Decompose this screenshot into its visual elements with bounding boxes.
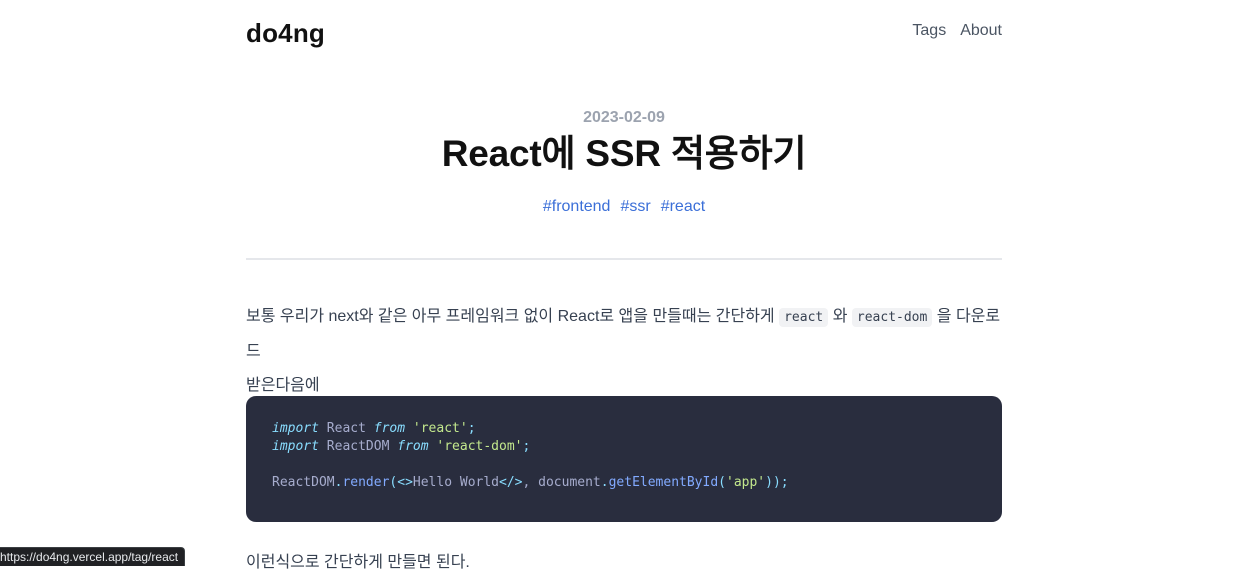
code-block: import React from 'react'; import ReactD… bbox=[246, 396, 1002, 522]
code-punctuation: ; bbox=[467, 421, 476, 436]
code-punctuation: </> bbox=[499, 475, 523, 490]
code-identifier: ReactDOM bbox=[318, 439, 398, 454]
code-identifier: ReactDOM bbox=[272, 475, 335, 490]
code-punctuation: ; bbox=[522, 439, 531, 454]
tag-link-ssr[interactable]: #ssr bbox=[620, 198, 650, 216]
code-function: getElementById bbox=[608, 475, 719, 490]
intro-text-a: 보통 우리가 next와 같은 아무 프레임워크 없이 React로 앱을 만들… bbox=[246, 308, 775, 325]
code-text: Hello World bbox=[412, 475, 499, 490]
post-header: 2023-02-09 React에 SSR 적용하기 #frontend #ss… bbox=[246, 108, 1002, 216]
intro-paragraph: 보통 우리가 next와 같은 아무 프레임워크 없이 React로 앱을 만들… bbox=[246, 300, 1006, 403]
code-string: 'app' bbox=[726, 475, 766, 490]
code-keyword: import bbox=[272, 439, 319, 454]
inline-code-react: react bbox=[779, 308, 829, 327]
code-keyword: import bbox=[272, 421, 319, 436]
intro-text-b: 와 bbox=[832, 308, 848, 325]
inline-code-react-dom: react-dom bbox=[851, 308, 933, 327]
code-punctuation: . bbox=[600, 475, 609, 490]
site-header: do4ng Tags About bbox=[246, 0, 1002, 64]
code-punctuation: ( bbox=[718, 475, 726, 490]
code-punctuation: (<> bbox=[389, 475, 413, 490]
browser-status-url: https://do4ng.vercel.app/tag/react bbox=[0, 547, 186, 566]
header-divider bbox=[246, 258, 1002, 260]
post-date: 2023-02-09 bbox=[583, 109, 665, 126]
nav-link-tags[interactable]: Tags bbox=[912, 22, 946, 40]
post-tags: #frontend #ssr #react bbox=[246, 198, 1002, 216]
code-identifier: React bbox=[318, 421, 374, 436]
followup-paragraph: 이런식으로 간단하게 만들면 된다. bbox=[246, 554, 470, 571]
tag-link-react[interactable]: #react bbox=[661, 198, 705, 216]
code-keyword: from bbox=[373, 421, 406, 436]
code-function: render bbox=[342, 475, 390, 490]
site-brand-link[interactable]: do4ng bbox=[246, 18, 325, 49]
nav-link-about[interactable]: About bbox=[960, 22, 1002, 40]
code-string: 'react-dom' bbox=[436, 439, 523, 454]
code-string: 'react' bbox=[412, 421, 468, 436]
intro-text-d: 받은다음에 bbox=[246, 377, 320, 394]
post-body: 보통 우리가 next와 같은 아무 프레임워크 없이 React로 앱을 만들… bbox=[246, 300, 1006, 403]
main-nav: Tags About bbox=[912, 22, 1002, 40]
code-punctuation: )); bbox=[765, 475, 789, 490]
code-keyword: from bbox=[397, 439, 429, 454]
tag-link-frontend[interactable]: #frontend bbox=[543, 198, 611, 216]
code-identifier: , document bbox=[522, 475, 601, 490]
post-title: React에 SSR 적용하기 bbox=[441, 133, 807, 174]
